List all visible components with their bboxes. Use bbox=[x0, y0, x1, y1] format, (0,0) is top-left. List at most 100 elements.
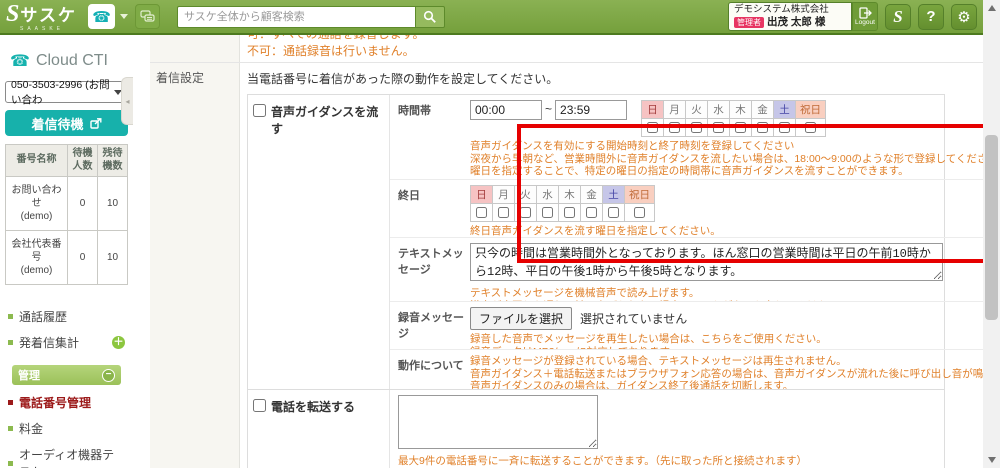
sidebar-item-audio-device-test[interactable]: オーディオ機器テスト bbox=[8, 446, 125, 468]
transfer-numbers-textarea[interactable] bbox=[398, 395, 598, 449]
transfer-row: 電話を転送する 最大9件の電話番号に一斉に転送することができます。（先に取った所… bbox=[248, 389, 944, 468]
day-header-4: 木 bbox=[558, 185, 581, 204]
day-checkbox-1[interactable] bbox=[669, 122, 680, 133]
role-badge: 管理者 bbox=[734, 17, 764, 28]
admin-section-header[interactable]: 管理 − bbox=[12, 365, 121, 385]
allday-subrow: 終日 日月火水木金土祝日 終日音声ガイダンスを流す曜日を指定してください。 bbox=[390, 179, 1000, 237]
sidebar-item-phone-number-management[interactable]: 電話番号管理 bbox=[8, 394, 125, 411]
start-time-input[interactable] bbox=[470, 100, 542, 120]
sasuke-logo[interactable]: S サスケ SAASKE bbox=[6, 2, 77, 32]
bullet-icon bbox=[8, 340, 13, 345]
chat-bubbles-icon bbox=[140, 10, 155, 23]
sidebar-collapse-button[interactable]: ◂ bbox=[121, 77, 133, 125]
day-header-6: 土 bbox=[773, 100, 796, 119]
recorded-message-label: 録音メッセージ bbox=[398, 307, 470, 349]
collapse-minus-icon[interactable]: − bbox=[102, 369, 115, 382]
expand-plus-icon[interactable]: ＋ bbox=[112, 336, 125, 349]
incoming-standby-button[interactable]: 着信待機 bbox=[5, 110, 128, 136]
logo-swoosh-icon: S bbox=[6, 2, 19, 26]
phone-number-select[interactable]: 050-3503-2996 (お問い合わ bbox=[5, 81, 128, 103]
phone-icon: ☎ bbox=[10, 51, 30, 71]
day-checkbox-4[interactable] bbox=[735, 122, 746, 133]
day-header-6: 土 bbox=[602, 185, 625, 204]
transfer-checkbox[interactable] bbox=[253, 399, 266, 412]
day-checkbox-6[interactable] bbox=[779, 122, 790, 133]
section-label: 着信設定 bbox=[150, 63, 240, 468]
day-checkbox-3[interactable] bbox=[713, 122, 724, 133]
day-header-4: 木 bbox=[729, 100, 752, 119]
bullet-icon bbox=[8, 426, 13, 431]
day-checkbox-0[interactable] bbox=[647, 122, 658, 133]
text-message-label: テキストメッセージ bbox=[398, 243, 470, 301]
app-window: S サスケ SAASKE ☎ bbox=[0, 0, 983, 468]
sidebar-menu: 通話履歴 発着信集計 ＋ 管理 − 電話番号管理 料金 bbox=[0, 289, 133, 468]
cloud-cti-title: ☎ Cloud CTI bbox=[0, 49, 133, 79]
scrollbar-down-arrow[interactable] bbox=[983, 452, 1000, 468]
row-label-empty bbox=[150, 35, 240, 62]
sidebar-item-call-history[interactable]: 通話履歴 bbox=[8, 308, 125, 325]
sasuke-s-icon: S bbox=[893, 7, 902, 27]
scrollbar-thumb[interactable] bbox=[985, 135, 998, 320]
day-header-3: 水 bbox=[707, 100, 730, 119]
logout-button[interactable]: Logout bbox=[852, 2, 878, 31]
chevron-left-icon: ◂ bbox=[125, 97, 129, 106]
help-button[interactable]: ? bbox=[918, 4, 944, 30]
voice-guidance-checkbox[interactable] bbox=[253, 104, 266, 117]
day-checkbox-6[interactable] bbox=[608, 207, 619, 218]
browser-phone-button[interactable]: ☎ bbox=[88, 4, 115, 29]
day-checkbox-0[interactable] bbox=[476, 207, 487, 218]
bullet-icon bbox=[8, 461, 13, 466]
day-header-0: 日 bbox=[470, 185, 493, 204]
recorded-message-help: 録音した音声でメッセージを再生したい場合は、こちらをご使用ください。 録音データ… bbox=[470, 333, 1000, 349]
external-link-icon bbox=[90, 118, 102, 129]
settings-button[interactable]: ⚙ bbox=[951, 4, 977, 30]
call-recording-row: 可：すべての通話を録音します。 不可：通話録音は行いません。 bbox=[150, 35, 983, 63]
company-name: デモシステム株式会社 bbox=[734, 4, 846, 16]
day-header-7: 祝日 bbox=[795, 100, 826, 119]
choose-file-button[interactable]: ファイルを選択 bbox=[470, 307, 572, 330]
scrollbar-up-arrow[interactable] bbox=[983, 0, 1000, 16]
end-time-input[interactable] bbox=[555, 100, 627, 120]
sasuke-home-button[interactable]: S bbox=[885, 4, 911, 30]
search-button[interactable] bbox=[415, 6, 445, 28]
text-message-subrow: テキストメッセージ 只今の時間は営業時間外となっております。ほん窓口の営業時間は… bbox=[390, 237, 1000, 301]
queue-remaining: 10 bbox=[98, 177, 128, 231]
logout-icon bbox=[859, 7, 872, 19]
sidebar-item-call-stats[interactable]: 発着信集計 ＋ bbox=[8, 334, 125, 351]
sidebar-item-billing[interactable]: 料金 bbox=[8, 420, 125, 437]
day-header-7: 祝日 bbox=[624, 185, 655, 204]
day-checkbox-2[interactable] bbox=[691, 122, 702, 133]
recording-unavailable-note: 不可：通話録音は行いません。 bbox=[247, 40, 983, 62]
file-status-text: 選択されていません bbox=[580, 310, 687, 327]
queue-name: お問い合わせ(demo) bbox=[6, 177, 68, 231]
voice-guidance-checkbox-label[interactable]: 音声ガイダンスを流す bbox=[253, 103, 384, 137]
day-checkbox-2[interactable] bbox=[520, 207, 531, 218]
queue-waiting: 0 bbox=[68, 231, 98, 285]
behavior-label: 動作について bbox=[398, 355, 470, 389]
timeband-label: 時間帯 bbox=[398, 100, 470, 179]
day-header-1: 月 bbox=[492, 185, 515, 204]
col-header-waiting: 待機人数 bbox=[68, 145, 98, 177]
chat-button[interactable] bbox=[135, 4, 160, 29]
col-header-number-name: 番号名称 bbox=[6, 145, 68, 177]
section-description: 当電話番号に着信があった際の動作を設定してください。 bbox=[247, 70, 983, 87]
day-checkbox-5[interactable] bbox=[586, 207, 597, 218]
search-input[interactable] bbox=[177, 6, 415, 28]
sidebar: ◂ ☎ Cloud CTI 050-3503-2996 (お問い合わ 着信待機 bbox=[0, 35, 133, 466]
day-checkbox-7[interactable] bbox=[634, 207, 645, 218]
day-header-1: 月 bbox=[663, 100, 686, 119]
text-message-textarea[interactable]: 只今の時間は営業時間外となっております。ほん窓口の営業時間は平日の午前10時から… bbox=[470, 243, 943, 281]
behavior-help: 録音メッセージが登録されている場合、テキストメッセージは再生されません。 音声ガ… bbox=[470, 355, 1000, 389]
transfer-checkbox-label[interactable]: 電話を転送する bbox=[253, 398, 384, 415]
day-checkbox-3[interactable] bbox=[542, 207, 553, 218]
vertical-scrollbar[interactable] bbox=[983, 0, 1000, 468]
logout-label: Logout bbox=[855, 20, 875, 27]
day-checkbox-7[interactable] bbox=[805, 122, 816, 133]
voice-guidance-row: 音声ガイダンスを流す 時間帯 ~ bbox=[248, 95, 944, 389]
day-checkbox-1[interactable] bbox=[498, 207, 509, 218]
allday-help: 終日音声ガイダンスを流す曜日を指定してください。 bbox=[470, 225, 1000, 237]
day-checkbox-4[interactable] bbox=[564, 207, 575, 218]
main-content: 可：すべての通話を録音します。 不可：通話録音は行いません。 着信設定 当電話番… bbox=[133, 35, 983, 466]
phone-dropdown-caret-icon[interactable] bbox=[120, 14, 128, 19]
day-checkbox-5[interactable] bbox=[757, 122, 768, 133]
